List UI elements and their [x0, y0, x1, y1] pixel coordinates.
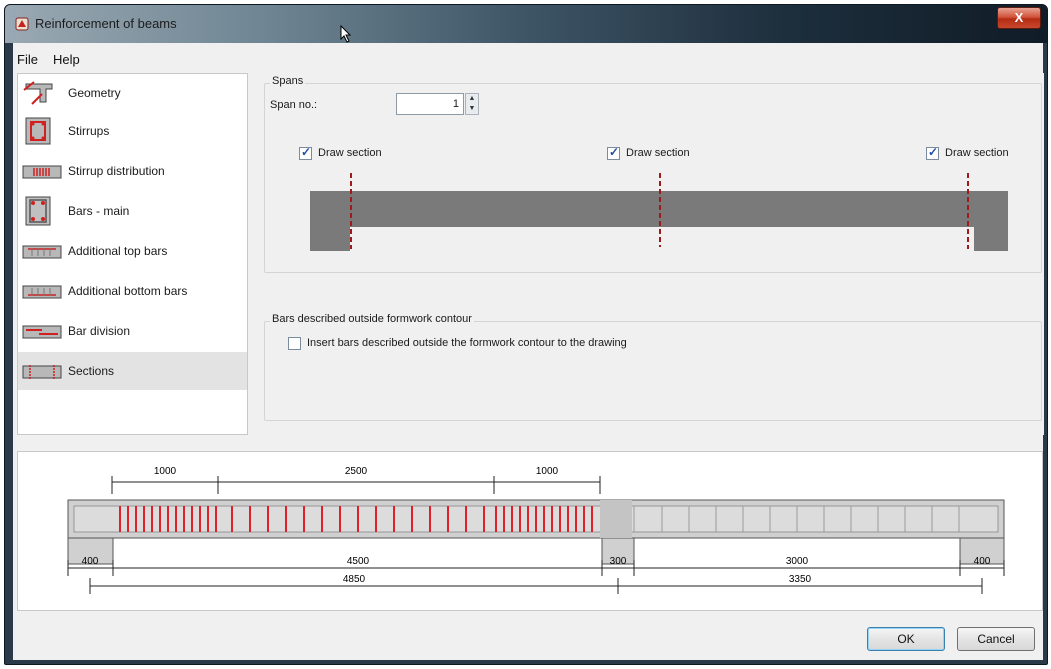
- app-icon: [15, 17, 29, 31]
- top-dimension-line: [111, 476, 601, 494]
- draw-section-label-3: Draw section: [945, 147, 1009, 159]
- nav-label-bars-main: Bars - main: [68, 204, 130, 218]
- stirrups-icon: [25, 117, 51, 145]
- title-bar[interactable]: Reinforcement of beams X: [5, 5, 1047, 43]
- top-dim-2: 2500: [345, 466, 368, 477]
- nav-item-geometry[interactable]: Geometry: [18, 74, 247, 112]
- dialog-window: Reinforcement of beams X File Help Geome…: [4, 4, 1048, 665]
- sections-settings-panel: Spans Span no.: 1 ▲ ▼ Draw section Draw …: [258, 73, 1044, 435]
- bottom-dim-1: 400: [82, 556, 99, 567]
- draw-section-checkbox-3[interactable]: [926, 145, 939, 160]
- nav-label-geometry: Geometry: [68, 86, 121, 100]
- insert-bars-outside-label[interactable]: Insert bars described outside the formwo…: [307, 337, 627, 349]
- additional-top-bars-icon: [22, 245, 62, 259]
- geometry-icon: [23, 81, 53, 105]
- nav-item-additional-bottom-bars[interactable]: Additional bottom bars: [18, 272, 247, 310]
- category-list: Geometry Stirrups Stirrup distribution B…: [17, 73, 248, 435]
- nav-item-additional-top-bars[interactable]: Additional top bars: [18, 232, 247, 270]
- nav-item-stirrup-distribution[interactable]: Stirrup distribution: [18, 152, 247, 190]
- draw-section-label-1: Draw section: [318, 147, 382, 159]
- nav-label-additional-top-bars: Additional top bars: [68, 244, 168, 258]
- bottom-dim-2: 4500: [347, 556, 370, 567]
- stirrup-distribution-icon: [22, 165, 62, 179]
- bars-outside-group-title: Bars described outside formwork contour: [270, 313, 474, 325]
- spin-up-icon[interactable]: ▲: [466, 94, 478, 104]
- menu-help[interactable]: Help: [53, 52, 80, 67]
- sections-icon: [22, 365, 62, 379]
- nav-item-bars-main[interactable]: Bars - main: [18, 192, 247, 230]
- span-section-diagram: [310, 173, 1008, 251]
- additional-bottom-bars-icon: [22, 285, 62, 299]
- spin-down-icon[interactable]: ▼: [466, 104, 478, 114]
- beam-preview: 1000 2500 1000 400 4500 300 3000 400 485…: [17, 451, 1043, 611]
- bottom-dim-3: 300: [610, 556, 627, 567]
- span-no-input[interactable]: 1: [396, 93, 464, 115]
- menu-file[interactable]: File: [17, 52, 38, 67]
- top-dim-1: 1000: [154, 466, 177, 477]
- bottom-dimension-lines: [67, 560, 1005, 594]
- bottom-dim-total-1: 4850: [343, 574, 366, 585]
- nav-label-sections: Sections: [68, 364, 115, 378]
- nav-label-bar-division: Bar division: [68, 324, 131, 338]
- nav-item-stirrups[interactable]: Stirrups: [18, 112, 247, 150]
- nav-label-stirrup-distribution: Stirrup distribution: [68, 164, 165, 178]
- span-no-stepper[interactable]: ▲ ▼: [465, 93, 479, 115]
- menu-bar: File Help: [13, 43, 1043, 73]
- window-title: Reinforcement of beams: [35, 16, 177, 31]
- support-middle-shade: [600, 500, 632, 538]
- insert-bars-outside-checkbox[interactable]: [288, 337, 301, 350]
- ok-button[interactable]: OK: [867, 627, 945, 651]
- bar-division-icon: [22, 325, 62, 339]
- bars-outside-group: [264, 321, 1042, 421]
- cancel-button[interactable]: Cancel: [957, 627, 1035, 651]
- spans-group-title: Spans: [270, 75, 306, 87]
- bottom-dim-4: 3000: [786, 556, 809, 567]
- nav-item-sections[interactable]: Sections: [18, 352, 247, 390]
- draw-section-checkbox-2[interactable]: [607, 145, 620, 160]
- top-dim-3: 1000: [536, 466, 559, 477]
- mouse-cursor-icon: [340, 25, 352, 43]
- draw-section-checkbox-1[interactable]: [299, 145, 312, 160]
- dialog-client: File Help Geometry Stirrups Stirrup dist…: [13, 43, 1044, 660]
- draw-section-label-2: Draw section: [626, 147, 690, 159]
- span-no-label: Span no.:: [270, 99, 318, 111]
- bottom-dim-total-2: 3350: [789, 574, 812, 585]
- nav-label-additional-bottom-bars: Additional bottom bars: [68, 284, 188, 298]
- bottom-dim-5: 400: [974, 556, 991, 567]
- bars-main-icon: [25, 196, 51, 226]
- nav-label-stirrups: Stirrups: [68, 124, 110, 138]
- beam-drawing: 1000 2500 1000 400 4500 300 3000 400 485…: [67, 466, 1005, 594]
- close-button[interactable]: X: [997, 7, 1041, 29]
- nav-item-bar-division[interactable]: Bar division: [18, 312, 247, 350]
